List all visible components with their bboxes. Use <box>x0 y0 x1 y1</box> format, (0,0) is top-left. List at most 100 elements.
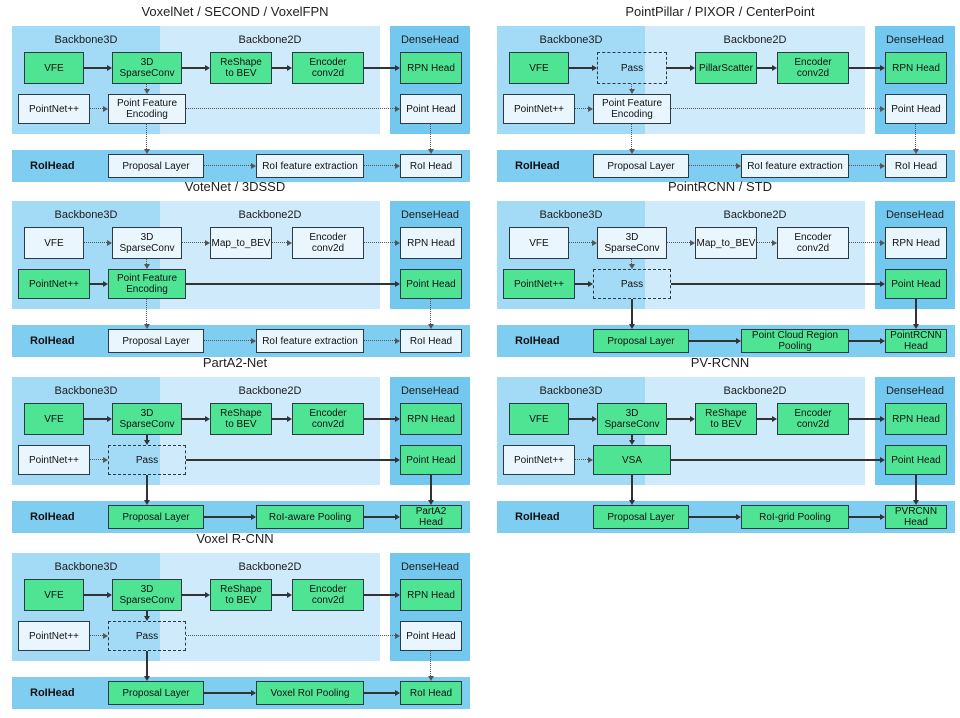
node-encoder[interactable]: Encoder conv2d <box>292 579 364 611</box>
node-encoder[interactable]: Encoder conv2d <box>292 403 364 435</box>
node-sparseconv[interactable]: 3D SparseConv <box>112 52 182 84</box>
edge-pfe-pointhead <box>671 283 880 285</box>
node-label-rpn_head: RPN Head <box>407 589 455 601</box>
panel-votenet: VoteNet / 3DSSD Backbone3D Backbone2D Dense… <box>0 179 470 357</box>
node-bev[interactable]: PillarScatter <box>695 52 757 84</box>
node-rpn_head[interactable]: RPN Head <box>400 579 462 611</box>
node-pfe[interactable]: Pass <box>108 445 186 475</box>
node-label-proposal: Proposal Layer <box>122 687 190 699</box>
node-pointnet[interactable]: PointNet++ <box>503 269 575 299</box>
node-label-roi_head: RoI Head <box>409 335 453 347</box>
node-sparseconv[interactable]: Pass <box>597 52 667 84</box>
node-bev[interactable]: ReShape to BEV <box>695 403 757 435</box>
node-vfe[interactable]: VFE <box>24 403 84 435</box>
node-point_head[interactable]: Point Head <box>400 269 462 299</box>
node-proposal[interactable]: Proposal Layer <box>593 154 689 178</box>
node-roi_head[interactable]: PointRCNN Head <box>885 329 947 353</box>
node-pointnet[interactable]: PointNet++ <box>503 94 575 124</box>
node-pointnet[interactable]: PointNet++ <box>18 94 90 124</box>
node-roi_extract[interactable]: Voxel RoI Pooling <box>256 681 364 705</box>
node-sparseconv[interactable]: 3D SparseConv <box>597 403 667 435</box>
node-encoder[interactable]: Encoder conv2d <box>292 52 364 84</box>
edge-pointhead-roihead <box>915 299 917 324</box>
node-proposal[interactable]: Proposal Layer <box>108 329 204 353</box>
node-encoder[interactable]: Encoder conv2d <box>777 52 849 84</box>
node-vfe[interactable]: VFE <box>509 227 569 259</box>
node-roi_extract[interactable]: RoI-grid Pooling <box>741 505 849 529</box>
node-rpn_head[interactable]: RPN Head <box>885 52 947 84</box>
node-vfe[interactable]: VFE <box>24 579 84 611</box>
node-roi_head[interactable]: PartA2 Head <box>400 505 462 529</box>
node-rpn_head[interactable]: RPN Head <box>400 227 462 259</box>
node-proposal[interactable]: Proposal Layer <box>108 154 204 178</box>
node-vfe[interactable]: VFE <box>24 52 84 84</box>
node-rpn_head[interactable]: RPN Head <box>400 403 462 435</box>
edge-pointnet-pfe <box>90 108 103 110</box>
node-rpn_head[interactable]: RPN Head <box>400 52 462 84</box>
node-pfe[interactable]: VSA <box>593 445 671 475</box>
node-pfe[interactable]: Pass <box>108 621 186 651</box>
node-label-proposal: Proposal Layer <box>122 335 190 347</box>
node-bev[interactable]: Map_to_BEV <box>210 227 272 259</box>
band-label-densehead: DenseHead <box>400 561 460 573</box>
panel-title-pointpillar: PointPillar / PIXOR / CenterPoint <box>625 4 815 19</box>
node-vfe[interactable]: VFE <box>509 52 569 84</box>
node-rpn_head[interactable]: RPN Head <box>885 227 947 259</box>
node-bev[interactable]: ReShape to BEV <box>210 579 272 611</box>
node-roi_extract[interactable]: Point Cloud Region Pooling <box>741 329 849 353</box>
band-label-roihead: RoIHead <box>515 335 560 347</box>
node-label-bev: Map_to_BEV <box>696 237 756 249</box>
node-label-rpn_head: RPN Head <box>407 413 455 425</box>
node-label-roi_head: RoI Head <box>894 160 938 172</box>
node-sparseconv[interactable]: 3D SparseConv <box>112 403 182 435</box>
node-encoder[interactable]: Encoder conv2d <box>292 227 364 259</box>
edge-bev-encoder <box>757 418 772 420</box>
node-roi_extract[interactable]: RoI feature extraction <box>741 154 849 178</box>
node-pointnet[interactable]: PointNet++ <box>503 445 575 475</box>
node-vfe[interactable]: VFE <box>24 227 84 259</box>
node-rpn_head[interactable]: RPN Head <box>885 403 947 435</box>
node-encoder[interactable]: Encoder conv2d <box>777 403 849 435</box>
node-proposal[interactable]: Proposal Layer <box>593 505 689 529</box>
node-roi_extract[interactable]: RoI feature extraction <box>256 329 364 353</box>
node-label-sparseconv: 3D SparseConv <box>604 232 660 254</box>
node-roi_extract[interactable]: RoI feature extraction <box>256 154 364 178</box>
node-sparseconv[interactable]: 3D SparseConv <box>112 227 182 259</box>
node-point_head[interactable]: Point Head <box>885 445 947 475</box>
node-roi_head[interactable]: RoI Head <box>400 154 462 178</box>
node-pfe[interactable]: Point Feature Encoding <box>108 269 186 299</box>
node-point_head[interactable]: Point Head <box>400 445 462 475</box>
edge-sparseconv-bev <box>667 418 690 420</box>
node-pointnet[interactable]: PointNet++ <box>18 445 90 475</box>
node-roi_head[interactable]: PVRCNN Head <box>885 505 947 529</box>
node-label-sparseconv: 3D SparseConv <box>604 408 660 430</box>
node-bev[interactable]: ReShape to BEV <box>210 52 272 84</box>
node-proposal[interactable]: Proposal Layer <box>593 329 689 353</box>
node-label-roi_extract: RoI-grid Pooling <box>759 511 831 523</box>
node-roi_head[interactable]: RoI Head <box>400 681 462 705</box>
node-proposal[interactable]: Proposal Layer <box>108 681 204 705</box>
edge-vfe-sparseconv <box>569 67 592 69</box>
node-point_head[interactable]: Point Head <box>400 94 462 124</box>
node-proposal[interactable]: Proposal Layer <box>108 505 204 529</box>
node-vfe[interactable]: VFE <box>509 403 569 435</box>
node-bev[interactable]: Map_to_BEV <box>695 227 757 259</box>
node-pfe[interactable]: Pass <box>593 269 671 299</box>
node-pfe[interactable]: Point Feature Encoding <box>593 94 671 124</box>
node-encoder[interactable]: Encoder conv2d <box>777 227 849 259</box>
node-pointnet[interactable]: PointNet++ <box>18 269 90 299</box>
node-label-rpn_head: RPN Head <box>892 413 940 425</box>
node-pfe[interactable]: Point Feature Encoding <box>108 94 186 124</box>
node-point_head[interactable]: Point Head <box>400 621 462 651</box>
node-roi_head[interactable]: RoI Head <box>885 154 947 178</box>
node-point_head[interactable]: Point Head <box>885 94 947 124</box>
edge-encoder-rpnhead <box>364 67 395 69</box>
node-bev[interactable]: ReShape to BEV <box>210 403 272 435</box>
node-sparseconv[interactable]: 3D SparseConv <box>597 227 667 259</box>
node-pointnet[interactable]: PointNet++ <box>18 621 90 651</box>
node-sparseconv[interactable]: 3D SparseConv <box>112 579 182 611</box>
node-label-roi_head: RoI Head <box>409 687 453 699</box>
node-point_head[interactable]: Point Head <box>885 269 947 299</box>
node-roi_head[interactable]: RoI Head <box>400 329 462 353</box>
node-roi_extract[interactable]: RoI-aware Pooling <box>256 505 364 529</box>
